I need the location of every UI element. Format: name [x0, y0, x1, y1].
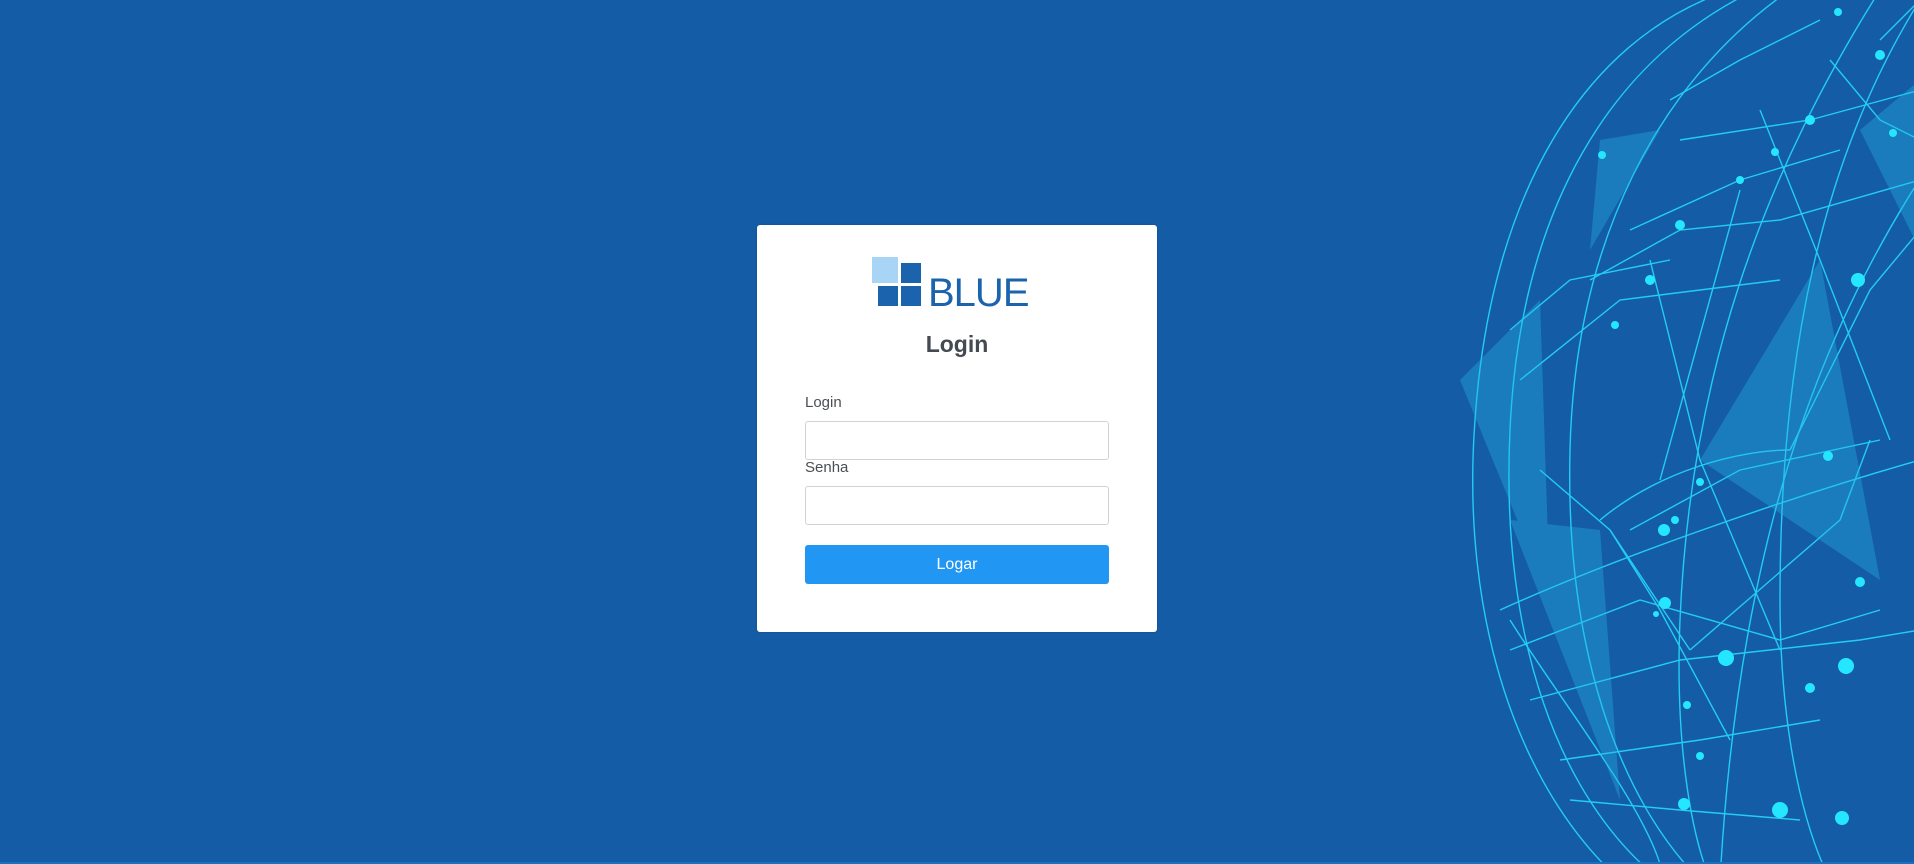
login-submit-button[interactable]: Logar: [805, 545, 1109, 584]
globe-network-background: [1460, 0, 1914, 864]
login-field-label: Login: [805, 394, 842, 411]
password-input[interactable]: [805, 486, 1109, 525]
password-field-label: Senha: [805, 459, 849, 476]
page-title: Login: [925, 331, 989, 357]
blue-logo: BLUE: [872, 257, 1030, 315]
logo-wordmark: BLUE: [928, 271, 1029, 315]
login-input[interactable]: [805, 421, 1109, 460]
login-card: BLUE Login Login Senha Logar: [757, 225, 1157, 632]
